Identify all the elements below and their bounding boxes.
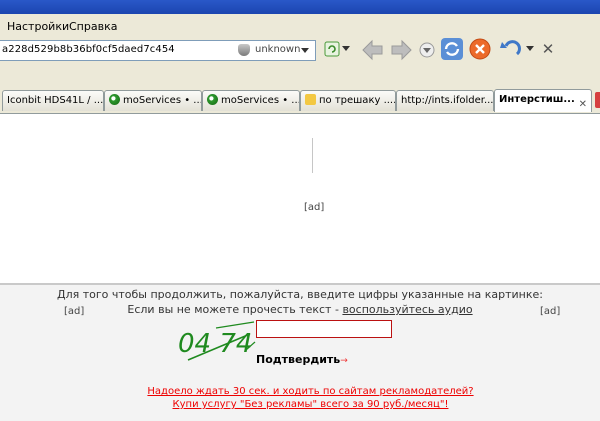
ad-left[interactable]: [ad] bbox=[64, 306, 84, 317]
tab-label: moServices • ... bbox=[221, 95, 300, 106]
history-dropdown-icon[interactable] bbox=[418, 41, 436, 59]
tab-ifolder[interactable]: http://ints.ifolder.... bbox=[396, 90, 494, 111]
home-undo-icon[interactable] bbox=[499, 38, 523, 60]
yellow-page-icon bbox=[305, 94, 316, 105]
back-arrow-icon[interactable] bbox=[362, 39, 384, 61]
reload-icon[interactable] bbox=[440, 37, 464, 61]
ad-top[interactable]: [ad] bbox=[304, 202, 324, 213]
ad-right[interactable]: [ad] bbox=[540, 306, 560, 317]
captcha-glyphs: 04 74 bbox=[178, 329, 252, 359]
tab-overflow-icon[interactable] bbox=[595, 92, 600, 108]
security-shield-icon bbox=[238, 44, 250, 56]
page-content: [ad] Для того чтобы продолжить, пожалуйс… bbox=[0, 114, 600, 421]
captcha-input[interactable] bbox=[256, 320, 392, 338]
tab-interstitial[interactable]: Интерстиш... ✕ bbox=[494, 89, 592, 112]
tab-moservices-2[interactable]: moServices • ... bbox=[202, 90, 300, 111]
menu-bar: Настройки Справка bbox=[0, 14, 600, 38]
home-dropdown-icon[interactable] bbox=[526, 45, 534, 53]
security-status: unknown bbox=[255, 44, 301, 55]
tab-bar: Iconbit HDS41L / ... moServices • ... mo… bbox=[0, 87, 600, 114]
green-globe-icon bbox=[207, 94, 218, 105]
tab-close-icon[interactable]: ✕ bbox=[579, 95, 587, 112]
audio-link[interactable]: воспользуйтесь аудио bbox=[342, 303, 472, 316]
menu-settings[interactable]: Настройки bbox=[7, 20, 69, 33]
tab-label: Интерстиш... bbox=[499, 94, 575, 105]
green-globe-icon bbox=[109, 94, 120, 105]
submit-label: Подтвердить bbox=[256, 353, 341, 366]
address-dropdown-icon[interactable] bbox=[301, 48, 309, 53]
captcha-image: 04 74 bbox=[176, 320, 256, 370]
go-dropdown-icon[interactable] bbox=[342, 44, 350, 54]
promo-link-1[interactable]: Надоело ждать 30 сек. и ходить по сайтам… bbox=[0, 386, 600, 397]
promo-link-2[interactable]: Купи услугу "Без рекламы" всего за 90 ру… bbox=[0, 399, 600, 410]
tab-label: moServices • ... bbox=[123, 95, 202, 106]
stop-icon[interactable] bbox=[469, 38, 491, 60]
tab-label: Iconbit HDS41L / ... bbox=[7, 95, 104, 106]
tab-moservices-1[interactable]: moServices • ... bbox=[104, 90, 202, 111]
tab-label: http://ints.ifolder.... bbox=[401, 95, 494, 106]
tab-label: по трешаку .... bbox=[319, 95, 396, 106]
go-icon[interactable] bbox=[324, 41, 340, 57]
address-bar[interactable]: a228d529b8b36bf0cf5daed7c454 unknown bbox=[0, 40, 316, 61]
address-url[interactable]: a228d529b8b36bf0cf5daed7c454 bbox=[2, 44, 175, 55]
instruction-prefix: Если вы не можете прочесть текст - bbox=[127, 303, 339, 316]
arrow-icon: → bbox=[340, 356, 348, 366]
instruction-line-2: Если вы не можете прочесть текст - воспо… bbox=[0, 303, 600, 316]
separator-line bbox=[312, 138, 313, 173]
tab-treshak[interactable]: по трешаку .... bbox=[300, 90, 396, 111]
tab-iconbit[interactable]: Iconbit HDS41L / ... bbox=[2, 90, 104, 111]
close-icon[interactable]: ✕ bbox=[540, 40, 556, 58]
instruction-line-1: Для того чтобы продолжить, пожалуйста, в… bbox=[57, 288, 543, 301]
window-titlebar bbox=[0, 0, 600, 14]
menu-help[interactable]: Справка bbox=[69, 20, 117, 33]
forward-arrow-icon[interactable] bbox=[390, 39, 412, 61]
submit-button[interactable]: Подтвердить→ bbox=[256, 353, 348, 366]
